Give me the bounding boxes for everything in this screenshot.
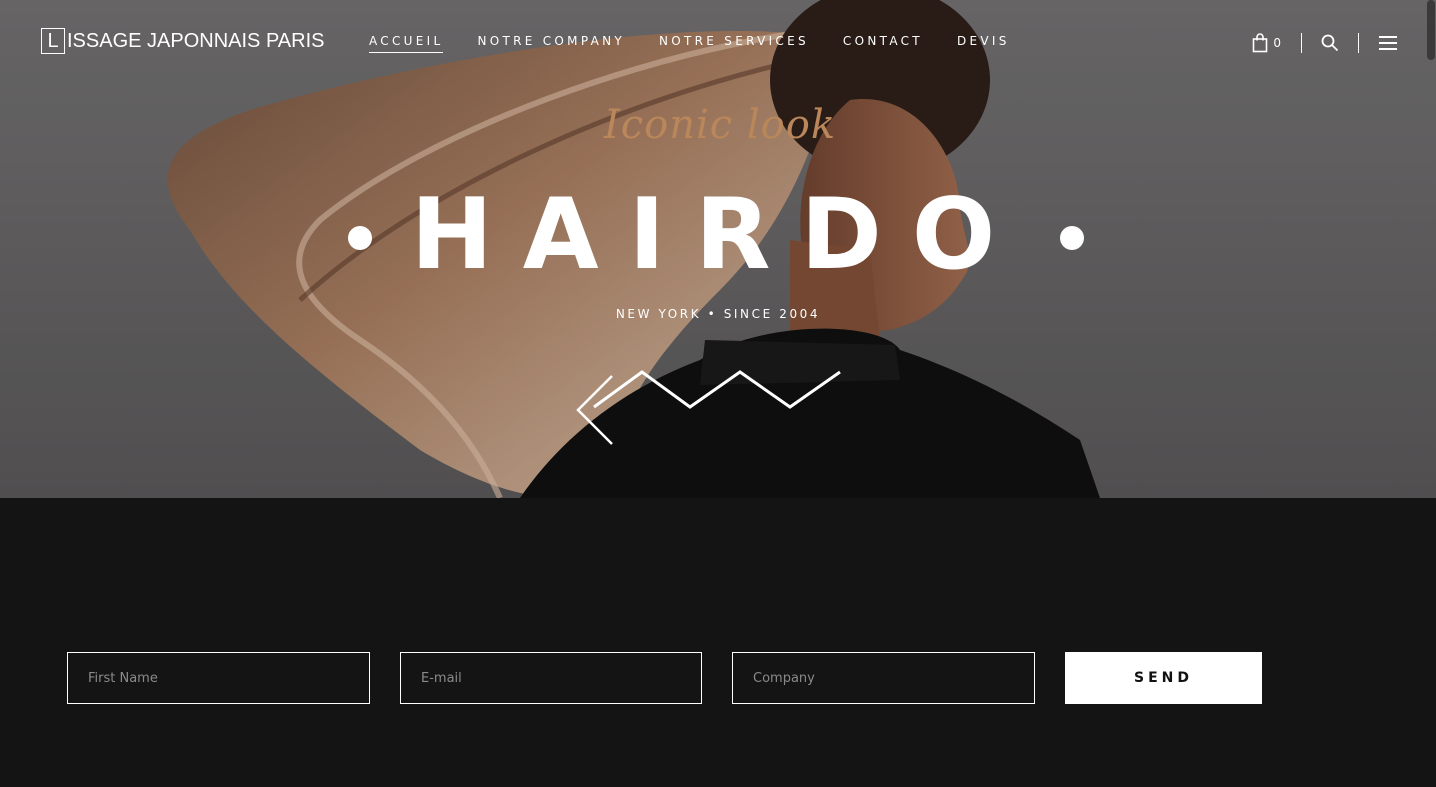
menu-button[interactable] — [1378, 35, 1398, 51]
first-name-field[interactable] — [67, 652, 370, 704]
search-icon — [1321, 34, 1339, 52]
nav-item-accueil[interactable]: ACCUEIL — [369, 34, 444, 53]
nav-item-notre-services[interactable]: NOTRE SERVICES — [659, 34, 809, 53]
zigzag-decoration-icon — [576, 370, 841, 445]
header-tools: 0 — [1252, 30, 1398, 56]
nav-item-contact[interactable]: CONTACT — [843, 34, 923, 53]
divider — [1358, 33, 1359, 53]
nav-item-devis[interactable]: DEVIS — [957, 34, 1010, 53]
company-field[interactable] — [732, 652, 1035, 704]
page-scrollbar[interactable] — [1427, 0, 1435, 60]
logo-letter: L — [41, 28, 65, 54]
logo-text: ISSAGE JAPONNAIS PARIS — [67, 30, 325, 52]
divider — [1301, 33, 1302, 53]
nav-item-notre-company[interactable]: NOTRE COMPANY — [477, 34, 625, 53]
hamburger-menu-icon — [1379, 36, 1397, 50]
cart-count: 0 — [1273, 36, 1282, 50]
main-nav: ACCUEIL NOTRE COMPANY NOTRE SERVICES CON… — [352, 34, 1027, 53]
cart-button[interactable]: 0 — [1252, 33, 1282, 53]
hero-title-dot-right — [1060, 226, 1084, 250]
send-button[interactable]: SEND — [1065, 652, 1262, 704]
hero-script-subtitle: Iconic look — [603, 102, 837, 148]
site-logo[interactable]: L ISSAGE JAPONNAIS PARIS — [41, 28, 324, 54]
search-button[interactable] — [1321, 34, 1339, 52]
hero-tagline: NEW YORK • SINCE 2004 — [615, 307, 821, 321]
hero-title: HAIRDO — [410, 178, 1026, 292]
site-header: L ISSAGE JAPONNAIS PARIS ACCUEIL NOTRE C… — [0, 0, 1436, 86]
shopping-bag-icon — [1253, 33, 1268, 53]
newsletter-form-section: SEND — [0, 498, 1436, 787]
email-field[interactable] — [400, 652, 702, 704]
